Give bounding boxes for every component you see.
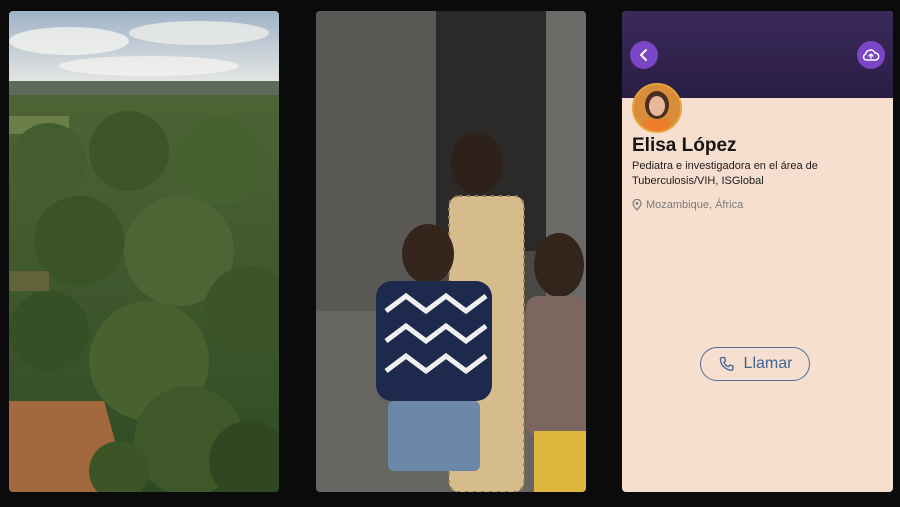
aerial-forest-image [9,11,279,492]
map-pin-icon [632,199,642,211]
chevron-left-icon [640,49,647,61]
profile-card: Elisa López Pediatra e investigadora en … [622,11,893,492]
cloud-upload-icon [862,49,880,61]
cloud-upload-button[interactable] [857,41,885,69]
profile-role: Pediatra e investigadora en el área de T… [632,160,818,187]
children-photo-panel [316,11,586,492]
children-photo-image [316,11,586,492]
landscape-photo-panel [9,11,279,492]
location-label: Mozambique, África [646,199,744,211]
phone-icon [719,356,734,371]
avatar-portrait-image [634,85,680,131]
avatar [632,83,682,133]
call-button-label: Llamar [743,355,793,372]
back-button[interactable] [630,41,658,69]
call-button[interactable]: Llamar [700,347,810,381]
profile-name: Elisa López [632,135,737,156]
location: Mozambique, África [632,199,743,211]
